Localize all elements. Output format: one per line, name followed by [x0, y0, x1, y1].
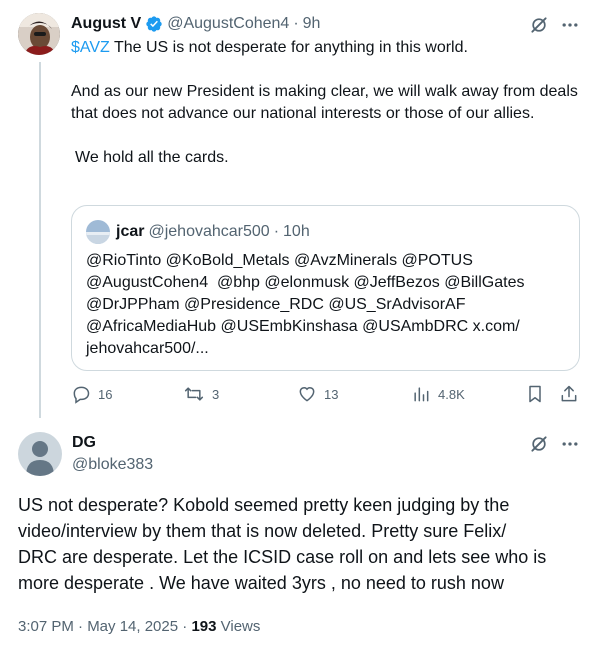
quote-separator-dot: ·: [273, 223, 280, 240]
avatar-august-v[interactable]: [18, 13, 60, 55]
share-button[interactable]: [559, 384, 579, 404]
post-meta: 3:07 PM · May 14, 2025 · 193 Views: [18, 618, 260, 635]
quote-avatar[interactable]: [86, 220, 110, 244]
quote-time[interactable]: 10h: [283, 223, 310, 241]
post-paragraph-2: And as our new President is making clear…: [71, 83, 578, 122]
quote-text: @RioTinto @KoBold_Metals @AvzMinerals @P…: [86, 250, 566, 360]
post-text: $AVZ The US is not desperate for anythin…: [71, 37, 586, 169]
like-button[interactable]: 13: [297, 384, 338, 404]
meta-dot: ·: [178, 618, 192, 635]
reply-author-name[interactable]: DG: [72, 434, 96, 452]
post-line-1-text: The US is not desperate for anything in …: [109, 39, 468, 56]
post-timestamp[interactable]: 3:07 PM · May 14, 2025: [18, 618, 178, 635]
quote-line: @DrJPPham @Presidence_RDC @US_SrAdvisorA…: [86, 296, 466, 313]
avatar-dg[interactable]: [18, 432, 62, 476]
repost-icon: [184, 387, 204, 401]
quote-line: @AfricaMediaHub @USEmbKinshasa @USAmbDRC…: [86, 318, 520, 335]
like-count: 13: [324, 386, 339, 402]
heart-icon: [299, 387, 315, 402]
quote-author-handle[interactable]: @jehovahcar500: [148, 223, 269, 241]
post-line-1: $AVZ The US is not desperate for anythin…: [71, 37, 586, 59]
reply-author-handle[interactable]: @bloke383: [72, 456, 153, 474]
grok-icon[interactable]: [527, 13, 551, 37]
author-name[interactable]: August V: [71, 15, 141, 33]
reply-line: video/interview by them that is now dele…: [18, 521, 507, 541]
reply-line: more desperate . We have waited 3yrs , n…: [18, 573, 504, 593]
post-paragraph-3: We hold all the cards.: [75, 149, 229, 166]
bookmark-button[interactable]: [525, 384, 545, 404]
repost-count: 3: [212, 386, 220, 402]
share-icon: [561, 385, 577, 402]
reply-icon: [73, 386, 90, 404]
repost-button[interactable]: 3: [183, 384, 219, 404]
reply-more-options-icon[interactable]: [558, 432, 582, 456]
verified-badge-icon: [145, 15, 163, 33]
bookmark-icon: [529, 385, 541, 403]
views-total: 193: [191, 618, 217, 635]
cashtag-link[interactable]: $AVZ: [71, 39, 110, 56]
reply-text: US not desperate? Kobold seemed pretty k…: [18, 492, 588, 596]
views-button[interactable]: 4.8K: [411, 384, 465, 404]
reply-button[interactable]: 16: [71, 384, 112, 404]
views-count: 4.8K: [438, 386, 465, 402]
views-label: Views: [216, 618, 261, 635]
action-bar: 16 3 13 4.8K: [71, 384, 583, 408]
quote-line: @AugustCohen4 @bhp @elonmusk @JeffBezos …: [86, 274, 525, 291]
reply-count: 16: [98, 386, 113, 402]
reply-line: US not desperate? Kobold seemed pretty k…: [18, 495, 510, 515]
quoted-post-card[interactable]: jcar @jehovahcar500 · 10h @RioTinto @KoB…: [71, 205, 580, 371]
author-handle[interactable]: @AugustCohen4: [167, 15, 289, 33]
quote-line: @RioTinto @KoBold_Metals @AvzMinerals @P…: [86, 252, 473, 269]
reply-grok-icon[interactable]: [527, 432, 551, 456]
more-options-icon[interactable]: [558, 13, 582, 37]
reply-line: DRC are desperate. Let the ICSID case ro…: [18, 547, 547, 567]
quote-author-name[interactable]: jcar: [116, 223, 144, 241]
separator-dot: ·: [293, 15, 299, 32]
thread-connector-line: [39, 62, 41, 418]
post-time[interactable]: 9h: [303, 15, 321, 33]
quote-line: jehovahcar500/...: [86, 340, 209, 357]
analytics-icon: [414, 387, 429, 402]
